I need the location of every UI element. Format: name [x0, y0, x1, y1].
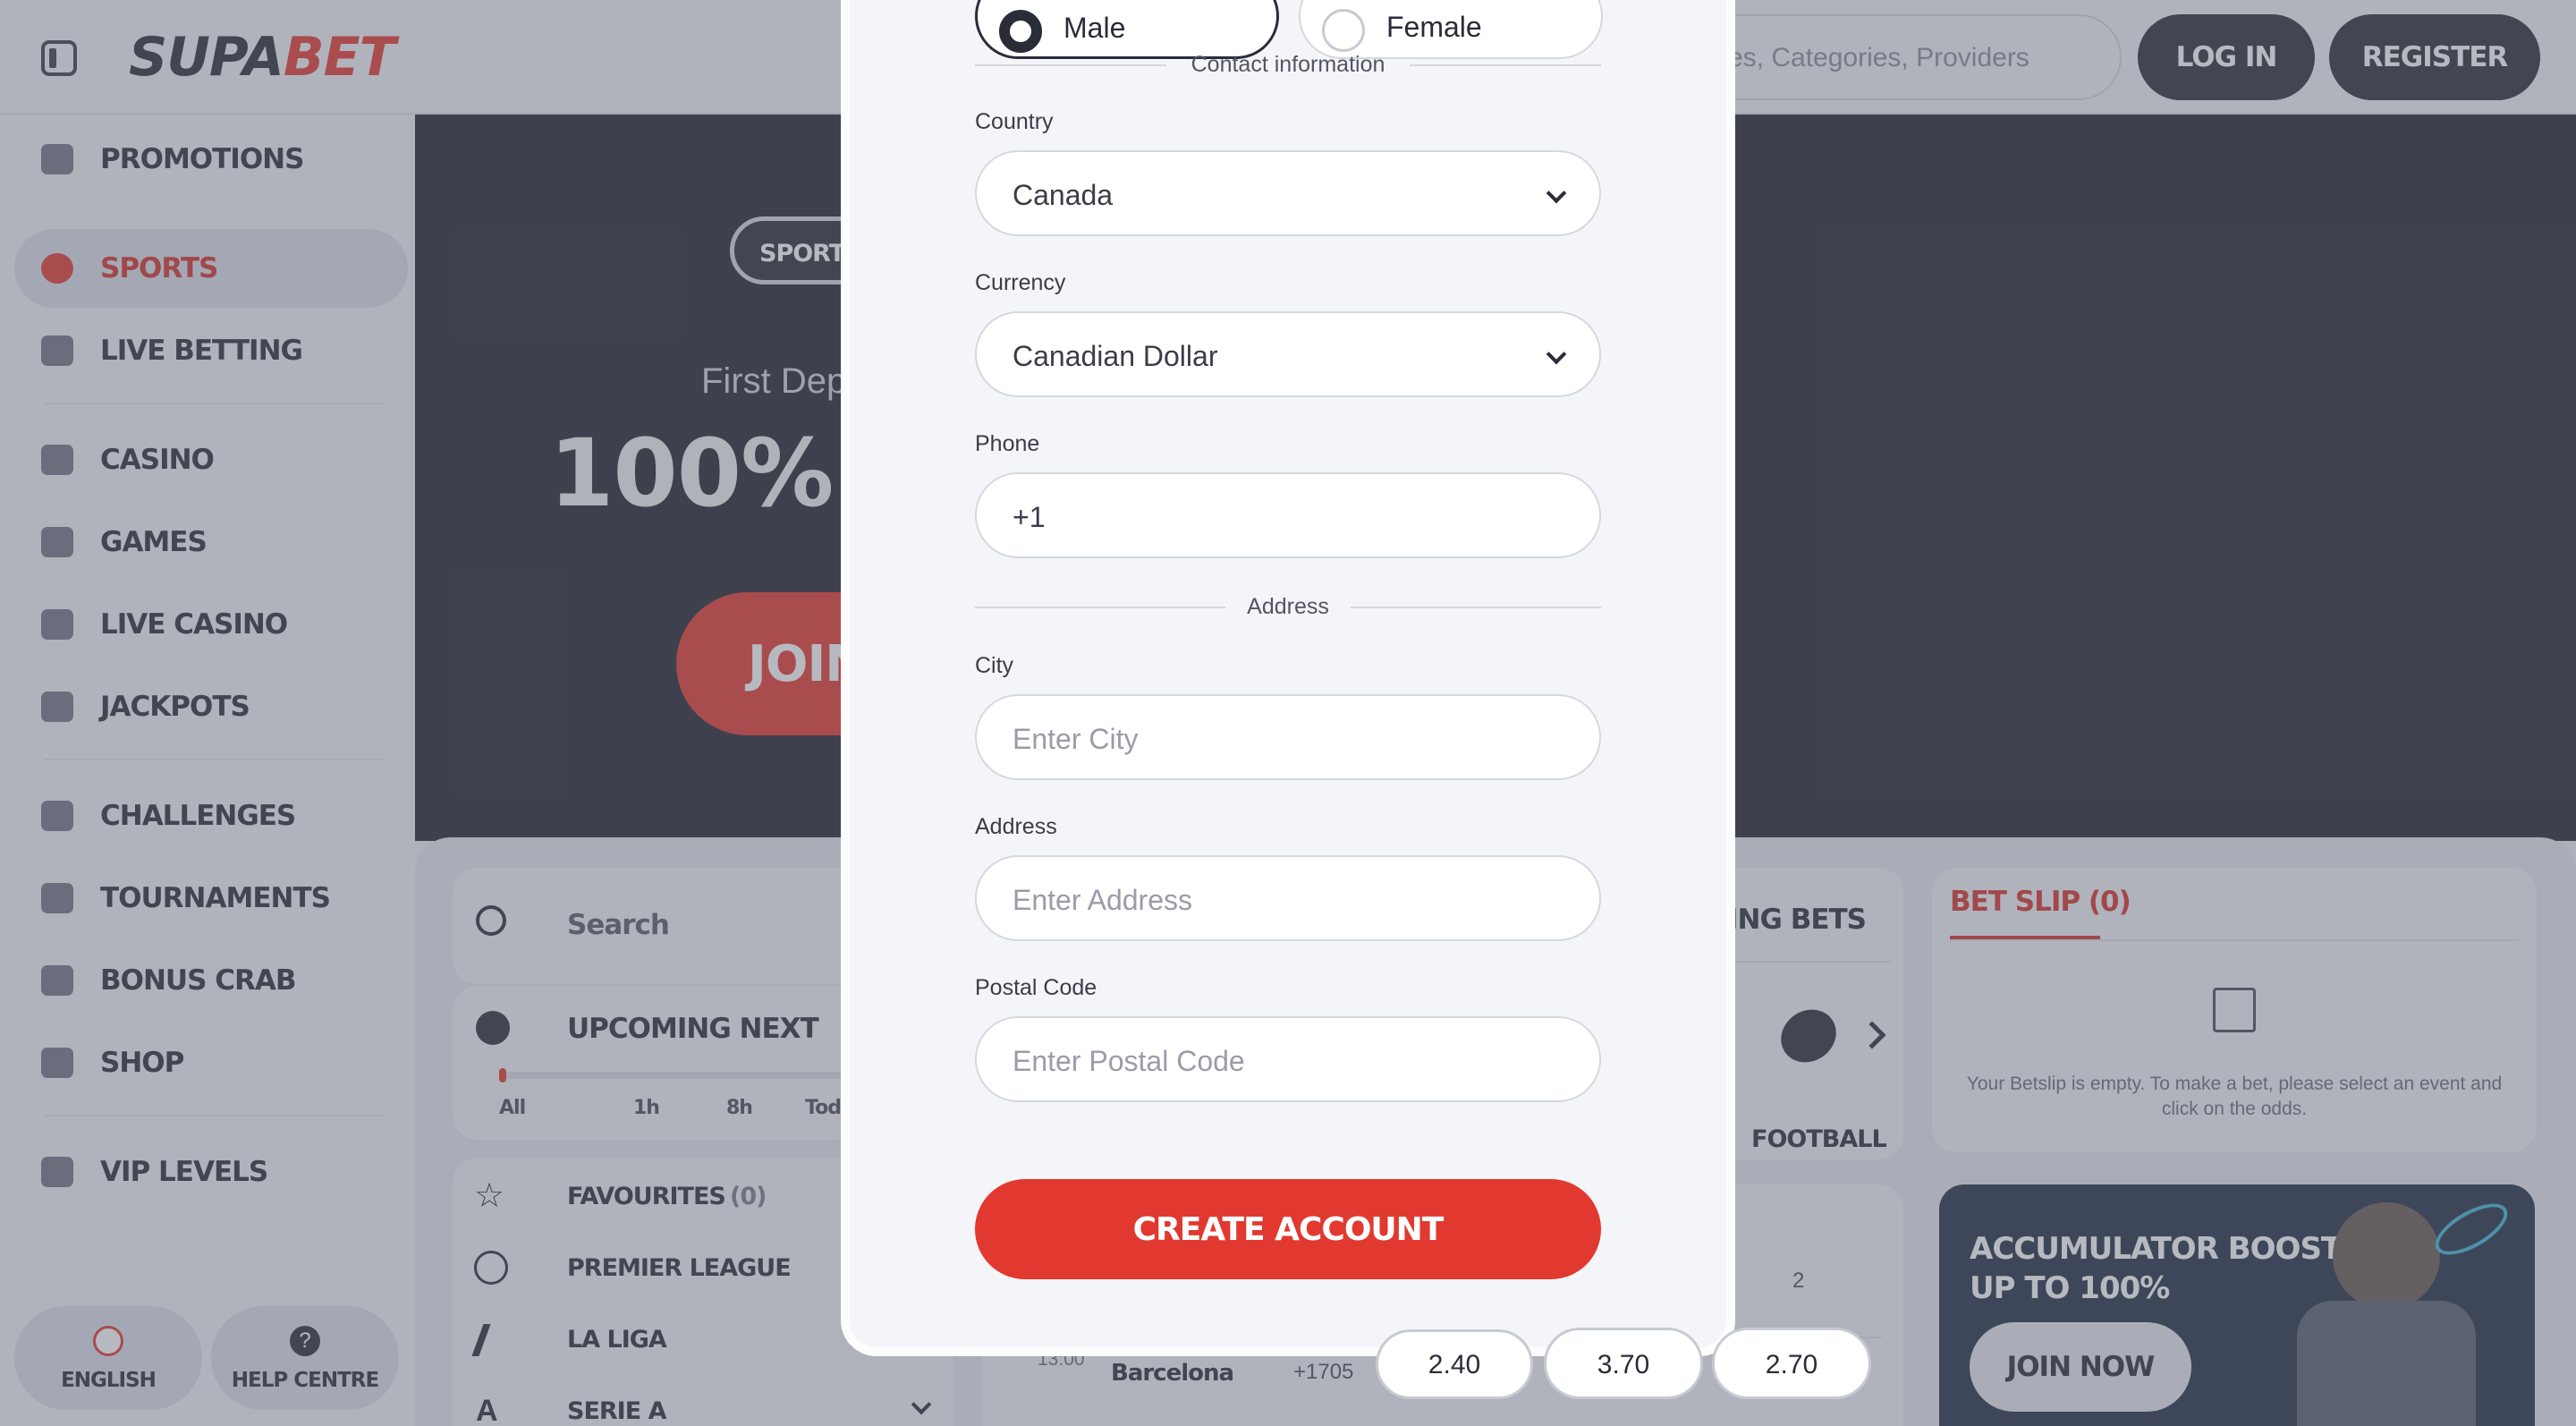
contact-section-heading: Contact information — [975, 45, 1601, 84]
registration-modal: Male Female Contact information Country … — [841, 0, 1735, 1356]
postal-code-label: Postal Code — [975, 975, 1097, 1000]
currency-label: Currency — [975, 270, 1066, 295]
address-input[interactable]: Enter Address — [975, 855, 1601, 941]
postal-code-input[interactable]: Enter Postal Code — [975, 1016, 1601, 1102]
country-select[interactable]: Canada — [975, 150, 1601, 236]
city-input[interactable]: Enter City — [975, 694, 1601, 780]
address-section-heading: Address — [975, 587, 1601, 626]
city-label: City — [975, 653, 1014, 678]
odds-button-1[interactable]: 2.40 — [1376, 1329, 1533, 1399]
create-account-button[interactable]: CREATE ACCOUNT — [975, 1179, 1601, 1279]
currency-select[interactable]: Canadian Dollar — [975, 311, 1601, 397]
phone-label: Phone — [975, 431, 1040, 456]
country-label: Country — [975, 109, 1054, 134]
odds-button-x[interactable]: 3.70 — [1544, 1328, 1703, 1399]
chevron-down-icon — [1546, 344, 1567, 365]
odds-button-2[interactable]: 2.70 — [1712, 1328, 1871, 1399]
chevron-down-icon — [1546, 182, 1567, 204]
phone-input[interactable]: +1 — [975, 472, 1601, 558]
address-label: Address — [975, 814, 1057, 839]
